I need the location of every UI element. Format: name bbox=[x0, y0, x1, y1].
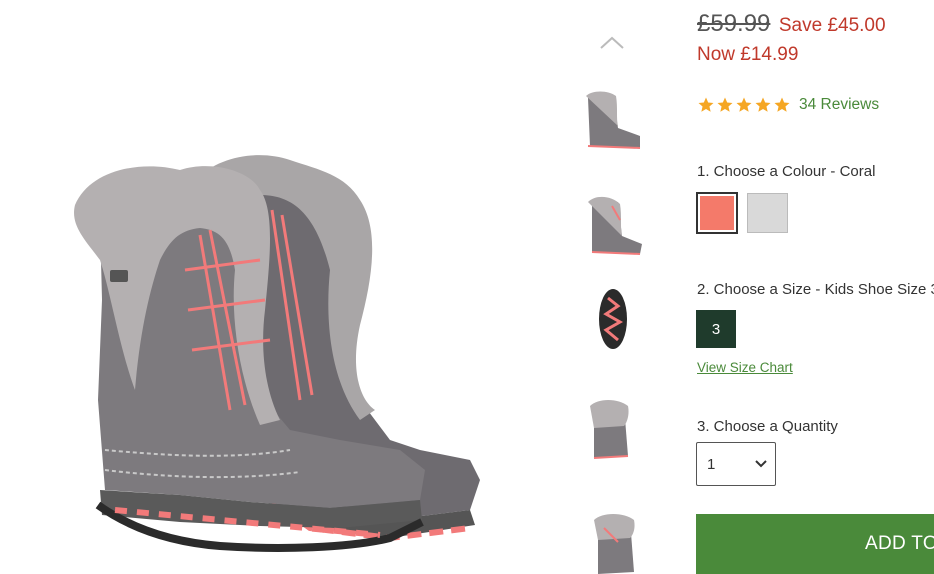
chevron-down-icon bbox=[755, 460, 767, 468]
swatch-fill bbox=[700, 196, 734, 230]
thumbnail-1[interactable] bbox=[578, 88, 648, 158]
quantity-label: 3. Choose a Quantity bbox=[697, 418, 838, 435]
size-chart-link[interactable]: View Size Chart bbox=[697, 360, 793, 375]
size-option-3[interactable]: 3 bbox=[696, 310, 736, 348]
quantity-value: 1 bbox=[707, 455, 716, 473]
size-label: 2. Choose a Size - Kids Shoe Size 3 bbox=[697, 281, 934, 298]
product-main-image[interactable] bbox=[60, 150, 500, 560]
save-amount: Save £45.00 bbox=[778, 15, 886, 36]
now-price: Now £14.99 bbox=[697, 44, 799, 65]
add-to-bag-button[interactable]: ADD TO bbox=[696, 514, 934, 574]
was-price: £59.99 bbox=[697, 10, 771, 37]
price-row: £59.99 Save £45.00 bbox=[697, 10, 886, 38]
thumbnail-5[interactable] bbox=[578, 508, 648, 574]
rating: 34 Reviews bbox=[697, 96, 879, 114]
thumbnails-up-chevron-icon[interactable] bbox=[598, 34, 626, 54]
star-icon bbox=[755, 97, 771, 112]
star-icon bbox=[736, 97, 752, 112]
thumbnail-3[interactable] bbox=[578, 286, 648, 356]
quantity-select[interactable]: 1 bbox=[696, 442, 776, 486]
star-icon bbox=[698, 97, 714, 112]
star-icon bbox=[774, 97, 790, 112]
colour-label: 1. Choose a Colour - Coral bbox=[697, 163, 876, 180]
boot-front-illustration bbox=[74, 166, 425, 552]
thumbnail-2[interactable] bbox=[578, 192, 648, 262]
colour-swatch-coral[interactable] bbox=[696, 192, 738, 234]
star-icon bbox=[717, 97, 733, 112]
colour-swatch-grey[interactable] bbox=[747, 193, 788, 233]
swatch-fill bbox=[748, 194, 787, 232]
reviews-link[interactable]: 34 Reviews bbox=[799, 96, 879, 114]
star-rating bbox=[697, 96, 791, 114]
thumbnail-4[interactable] bbox=[578, 396, 648, 466]
